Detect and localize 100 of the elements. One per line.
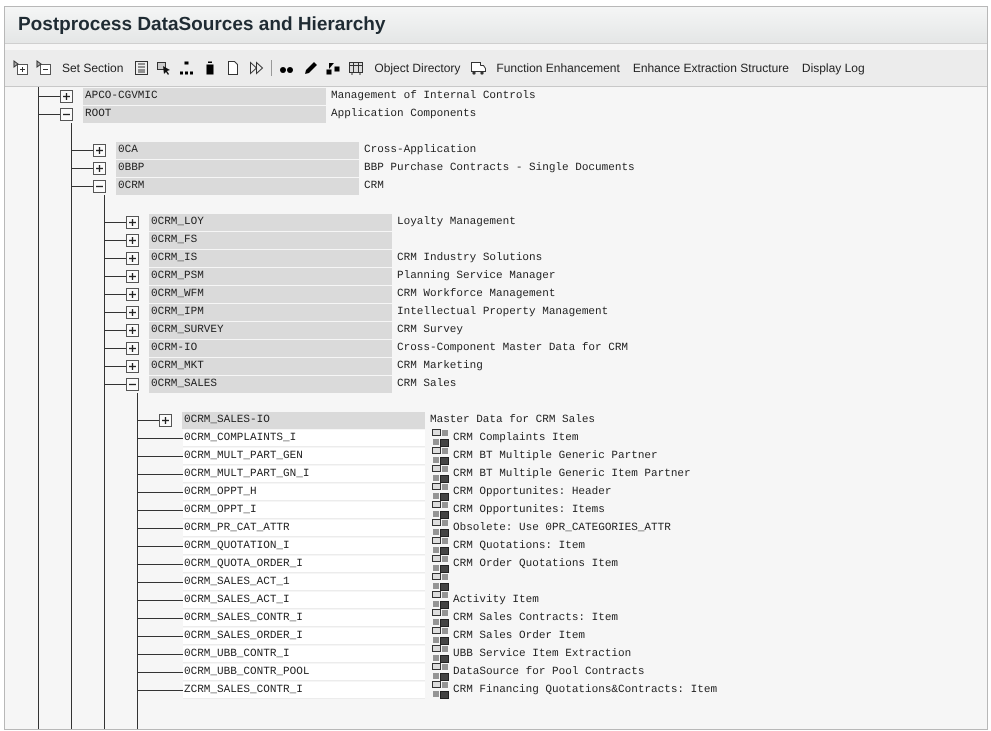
node-description: Management of Internal Controls: [331, 90, 536, 102]
datasource-name[interactable]: ZCRM_SALES_CONTR_I: [183, 682, 425, 698]
datasource-icon: [432, 501, 449, 519]
expand-all-icon[interactable]: [13, 60, 29, 76]
datasource-name[interactable]: 0CRM_SALES_ACT_1: [183, 574, 425, 590]
toolbar-button[interactable]: Object Directory: [374, 61, 460, 75]
datasource-description: CRM Sales Order Item: [453, 630, 586, 642]
expand-icon[interactable]: [126, 270, 139, 282]
node-name[interactable]: 0CRM_SALES: [149, 376, 392, 392]
toolbar-button[interactable]: Enhance Extraction Structure: [632, 61, 789, 75]
collapse-icon[interactable]: [93, 180, 106, 192]
node-name[interactable]: 0CRM_WFM: [149, 286, 392, 302]
node-name[interactable]: 0CRM_IPM: [149, 304, 392, 320]
node-description: Planning Service Manager: [397, 270, 556, 282]
datasource-icon: [432, 447, 449, 465]
toolbar-button[interactable]: Display Log: [802, 61, 865, 75]
node-description: CRM: [364, 180, 384, 192]
node-name[interactable]: 0CRM_SURVEY: [149, 322, 392, 338]
expand-icon[interactable]: [126, 288, 139, 300]
datasource-icon: [432, 429, 449, 447]
datasource-name[interactable]: 0CRM_COMPLAINTS_I: [183, 430, 425, 446]
datasource-icon: [432, 537, 449, 555]
node-name[interactable]: 0CRM: [116, 178, 359, 194]
node-description: Loyalty Management: [397, 216, 516, 228]
toolbar-button[interactable]: Function Enhancement: [496, 61, 620, 75]
list-icon[interactable]: [133, 60, 150, 76]
cursor-icon[interactable]: [156, 60, 172, 76]
node-description: CRM Marketing: [397, 360, 483, 372]
datasource-description: CRM Opportunites: Header: [453, 486, 612, 498]
expand-icon[interactable]: [126, 306, 139, 318]
datasource-description: CRM Complaints Item: [453, 432, 578, 444]
datasource-icon: [432, 555, 449, 573]
expand-icon[interactable]: [126, 342, 139, 354]
node-description: BBP Purchase Contracts - Single Documents: [364, 162, 635, 174]
node-name[interactable]: 0CRM_SALES-IO: [182, 412, 425, 428]
datasource-description: CRM BT Multiple Generic Item Partner: [453, 468, 691, 480]
datasource-icon: [432, 645, 449, 663]
node-description: Intellectual Property Management: [397, 306, 608, 318]
datasource-name[interactable]: 0CRM_PR_CAT_ATTR: [183, 520, 425, 536]
expand-icon[interactable]: [93, 162, 106, 174]
datasource-description: CRM Financing Quotations&Contracts: Item: [453, 684, 718, 696]
node-description: CRM Sales: [397, 378, 456, 390]
datasource-icon: [432, 519, 449, 537]
datasource-icon: [432, 681, 449, 699]
node-description: Cross-Application: [364, 144, 476, 156]
collapse-all-icon[interactable]: [36, 60, 52, 76]
expand-icon[interactable]: [126, 216, 139, 228]
datasource-icon: [432, 573, 449, 591]
expand-icon[interactable]: [60, 90, 73, 102]
node-name[interactable]: APCO-CGVMIC: [83, 88, 326, 104]
node-description: CRM Survey: [397, 324, 464, 336]
node-name[interactable]: ROOT: [83, 106, 326, 122]
datasource-name[interactable]: 0CRM_SALES_ORDER_I: [183, 628, 425, 644]
datasource-name[interactable]: 0CRM_SALES_ACT_I: [183, 592, 425, 608]
node-description: Cross-Component Master Data for CRM: [397, 342, 628, 354]
datasource-icon: [432, 627, 449, 645]
node-name[interactable]: 0CRM_MKT: [149, 358, 392, 374]
datasource-icon: [432, 609, 449, 627]
node-name[interactable]: 0BBP: [116, 160, 359, 176]
expand-icon[interactable]: [126, 324, 139, 336]
forward-icon[interactable]: [248, 60, 264, 76]
expand-icon[interactable]: [93, 144, 106, 156]
datasource-description: Obsolete: Use 0PR_CATEGORIES_ATTR: [453, 522, 671, 534]
node-description: CRM Industry Solutions: [397, 252, 542, 264]
node-name[interactable]: 0CRM_PSM: [149, 268, 392, 284]
window-title: Postprocess DataSources and Hierarchy: [18, 14, 386, 36]
datasource-description: Activity Item: [453, 594, 539, 606]
datasource-name[interactable]: 0CRM_OPPT_H: [183, 484, 425, 500]
table-icon[interactable]: [348, 60, 364, 76]
expand-icon[interactable]: [126, 252, 139, 264]
expand-icon[interactable]: [126, 360, 139, 372]
datasource-name[interactable]: 0CRM_UBB_CONTR_POOL: [183, 664, 425, 680]
node-name[interactable]: 0CA: [116, 142, 359, 158]
truck-icon[interactable]: [470, 60, 486, 76]
datasource-description: CRM BT Multiple Generic Partner: [453, 450, 658, 462]
expand-icon[interactable]: [126, 234, 139, 246]
datasource-icon: [432, 591, 449, 609]
pencil-icon[interactable]: [302, 60, 318, 76]
expand-icon[interactable]: [159, 414, 172, 426]
datasource-description: CRM Order Quotations Item: [453, 558, 618, 570]
datasource-name[interactable]: 0CRM_UBB_CONTR_I: [183, 646, 425, 662]
collapse-icon[interactable]: [60, 108, 73, 120]
datasource-name[interactable]: 0CRM_QUOTATION_I: [183, 538, 425, 554]
datasource-description: UBB Service Item Extraction: [453, 648, 632, 660]
toolbar-button[interactable]: Set Section: [62, 61, 124, 75]
node-description: Master Data for CRM Sales: [430, 414, 596, 426]
datasource-name[interactable]: 0CRM_MULT_PART_GEN: [183, 448, 425, 464]
datasource-icon: [432, 663, 449, 681]
node-description: CRM Workforce Management: [397, 288, 556, 300]
datasource-name[interactable]: 0CRM_SALES_CONTR_I: [183, 610, 425, 626]
node-name[interactable]: 0CRM_LOY: [149, 214, 392, 230]
datasource-icon: [432, 483, 449, 501]
datasource-name[interactable]: 0CRM_OPPT_I: [183, 502, 425, 518]
datasource-name[interactable]: 0CRM_QUOTA_ORDER_I: [183, 556, 425, 572]
datasource-description: DataSource for Pool Contracts: [453, 666, 644, 678]
node-name[interactable]: 0CRM-IO: [149, 340, 392, 356]
datasource-name[interactable]: 0CRM_MULT_PART_GN_I: [183, 466, 425, 482]
node-name[interactable]: 0CRM_FS: [149, 232, 392, 248]
node-name[interactable]: 0CRM_IS: [149, 250, 392, 266]
collapse-icon[interactable]: [126, 378, 139, 390]
